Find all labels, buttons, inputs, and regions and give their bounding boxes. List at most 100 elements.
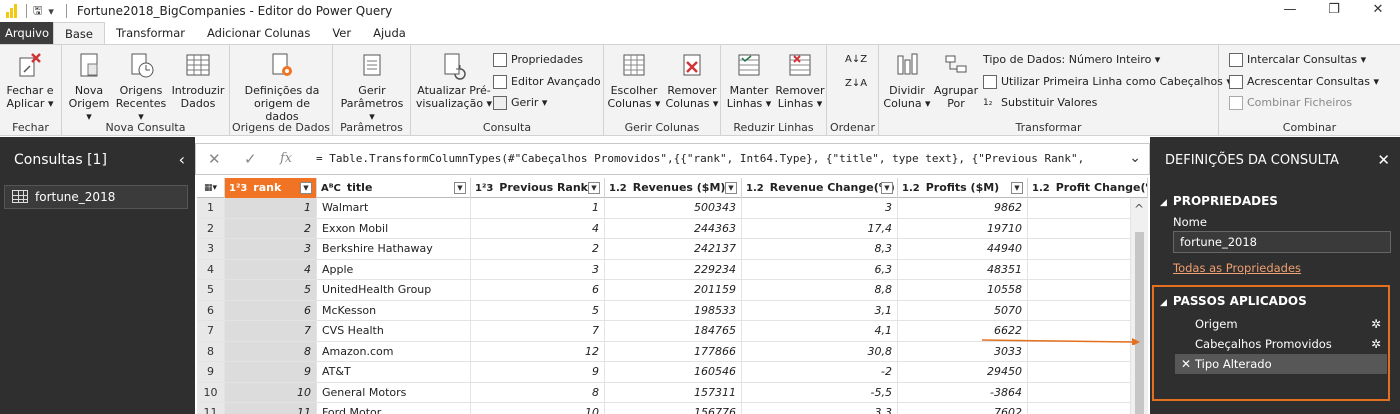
cell-revenue-change[interactable]: 8,8	[742, 280, 898, 301]
applied-step-origem[interactable]: Origem ✲	[1175, 314, 1387, 334]
cell-profits[interactable]: 48351	[898, 259, 1028, 280]
cell-previous-rank[interactable]: 3	[471, 259, 605, 280]
restore-button[interactable]: ❐	[1312, 0, 1356, 22]
cell-previous-rank[interactable]: 6	[471, 280, 605, 301]
vertical-scrollbar[interactable]: ^	[1131, 198, 1148, 414]
gear-icon[interactable]: ✲	[1371, 334, 1381, 354]
cell-revenues[interactable]: 229234	[605, 259, 742, 280]
close-apply-button[interactable]: Fechar e Aplicar ▾	[2, 50, 58, 110]
cell-profits[interactable]: 10558	[898, 280, 1028, 301]
table-row[interactable]: 1 1 Walmart 1 500343 3 9862	[197, 198, 1131, 219]
all-properties-link[interactable]: Todas as Propriedades	[1173, 261, 1301, 275]
filter-dropdown-icon[interactable]: ▼	[881, 182, 893, 194]
save-icon[interactable]: 🖫	[33, 2, 42, 21]
fx-icon[interactable]: fx	[280, 151, 292, 166]
properties-section-title[interactable]: ◢ PROPRIEDADES	[1160, 194, 1278, 208]
expand-formula-chevron-icon[interactable]: ⌄	[1129, 150, 1141, 166]
filter-dropdown-icon[interactable]: ▼	[454, 182, 466, 194]
merge-queries-button[interactable]: Intercalar Consultas ▾	[1229, 51, 1366, 69]
collapse-chevron-icon[interactable]: ‹	[179, 150, 185, 169]
column-header-rank[interactable]: 1²3 rank ▼	[225, 178, 317, 198]
column-header-revenue-change[interactable]: 1.2 Revenue Change(%) ▼	[742, 178, 898, 198]
enter-data-button[interactable]: Introduzir Dados	[170, 50, 226, 110]
cell-revenues[interactable]: 201159	[605, 280, 742, 301]
cell-previous-rank[interactable]: 9	[471, 362, 605, 383]
cell-title[interactable]: McKesson	[317, 300, 471, 321]
split-column-button[interactable]: Dividir Coluna ▾	[883, 50, 931, 110]
row-index[interactable]: 7	[197, 321, 225, 342]
cell-profit-change[interactable]	[1028, 280, 1131, 301]
tab-ver[interactable]: Ver	[321, 22, 362, 44]
choose-columns-button[interactable]: Escolher Colunas ▾	[606, 50, 662, 110]
cell-profits[interactable]: -3864	[898, 382, 1028, 403]
cell-title[interactable]: Walmart	[317, 198, 471, 219]
cell-revenues[interactable]: 157311	[605, 382, 742, 403]
column-header-revenues[interactable]: 1.2 Revenues ($M) ▼	[605, 178, 742, 198]
table-row[interactable]: 4 4 Apple 3 229234 6,3 48351	[197, 259, 1131, 280]
cell-revenues[interactable]: 244363	[605, 218, 742, 239]
row-index[interactable]: 8	[197, 341, 225, 362]
integer-type-icon[interactable]: 1²3	[229, 183, 247, 194]
cell-rank[interactable]: 5	[225, 280, 317, 301]
cell-previous-rank[interactable]: 12	[471, 341, 605, 362]
column-header-title[interactable]: AᴮC title ▼	[317, 178, 471, 198]
combine-files-button[interactable]: Combinar Ficheiros	[1229, 94, 1352, 112]
table-row[interactable]: 11 11 Ford Motor 10 156776 3,3 7602	[197, 403, 1131, 414]
cell-previous-rank[interactable]: 1	[471, 198, 605, 219]
confirm-formula-icon[interactable]: ✓	[244, 150, 257, 168]
applied-step-tipo-alterado[interactable]: ✕ Tipo Alterado	[1175, 354, 1387, 374]
cell-profit-change[interactable]	[1028, 218, 1131, 239]
cell-profit-change[interactable]	[1028, 198, 1131, 219]
recent-sources-button[interactable]: Origens Recentes ▾	[114, 50, 168, 123]
scroll-thumb[interactable]	[1135, 232, 1144, 414]
cell-title[interactable]: Exxon Mobil	[317, 218, 471, 239]
properties-button[interactable]: Propriedades	[493, 51, 583, 69]
delete-step-icon[interactable]: ✕	[1181, 354, 1191, 374]
cell-revenues[interactable]: 184765	[605, 321, 742, 342]
group-by-button[interactable]: Agrupar Por	[933, 50, 979, 110]
cell-rank[interactable]: 3	[225, 239, 317, 260]
minimize-button[interactable]: —	[1268, 0, 1312, 22]
column-header-profits[interactable]: 1.2 Profits ($M) ▼	[898, 178, 1028, 198]
cancel-formula-icon[interactable]: ✕	[208, 150, 221, 168]
remove-columns-button[interactable]: Remover Colunas ▾	[664, 50, 720, 110]
cell-rank[interactable]: 4	[225, 259, 317, 280]
query-name-input[interactable]: fortune_2018	[1173, 231, 1391, 253]
cell-profit-change[interactable]	[1028, 239, 1131, 260]
cell-profit-change[interactable]	[1028, 259, 1131, 280]
cell-revenues[interactable]: 242137	[605, 239, 742, 260]
text-type-icon[interactable]: AᴮC	[321, 183, 341, 194]
cell-title[interactable]: UnitedHealth Group	[317, 280, 471, 301]
cell-title[interactable]: General Motors	[317, 382, 471, 403]
cell-rank[interactable]: 2	[225, 218, 317, 239]
tab-base[interactable]: Base	[53, 22, 106, 44]
cell-revenue-change[interactable]: 8,3	[742, 239, 898, 260]
row-index[interactable]: 5	[197, 280, 225, 301]
cell-title[interactable]: Ford Motor	[317, 403, 471, 414]
cell-previous-rank[interactable]: 8	[471, 382, 605, 403]
cell-rank[interactable]: 1	[225, 198, 317, 219]
cell-profits[interactable]: 19710	[898, 218, 1028, 239]
cell-revenues[interactable]: 198533	[605, 300, 742, 321]
cell-rank[interactable]: 7	[225, 321, 317, 342]
column-header-previous-rank[interactable]: 1²3 Previous Rank ▼	[471, 178, 605, 198]
decimal-type-icon[interactable]: 1.2	[1032, 183, 1050, 194]
cell-title[interactable]: Amazon.com	[317, 341, 471, 362]
cell-title[interactable]: Berkshire Hathaway	[317, 239, 471, 260]
keep-rows-button[interactable]: Manter Linhas ▾	[723, 50, 775, 110]
cell-rank[interactable]: 8	[225, 341, 317, 362]
cell-rank[interactable]: 10	[225, 382, 317, 403]
cell-revenue-change[interactable]: 17,4	[742, 218, 898, 239]
tab-ajuda[interactable]: Ajuda	[362, 22, 417, 44]
advanced-editor-button[interactable]: Editor Avançado	[493, 73, 601, 91]
use-first-row-headers-button[interactable]: Utilizar Primeira Linha como Cabeçalhos …	[983, 73, 1232, 91]
cell-title[interactable]: AT&T	[317, 362, 471, 383]
tab-transformar[interactable]: Transformar	[105, 22, 196, 44]
filter-dropdown-icon[interactable]: ▼	[300, 182, 312, 194]
table-row[interactable]: 10 10 General Motors 8 157311 -5,5 -3864	[197, 382, 1131, 403]
cell-profit-change[interactable]	[1028, 382, 1131, 403]
decimal-type-icon[interactable]: 1.2	[902, 183, 920, 194]
tab-adicionar-colunas[interactable]: Adicionar Colunas	[196, 22, 321, 44]
cell-previous-rank[interactable]: 7	[471, 321, 605, 342]
manage-parameters-button[interactable]: Gerir Parâmetros ▾	[337, 50, 407, 123]
